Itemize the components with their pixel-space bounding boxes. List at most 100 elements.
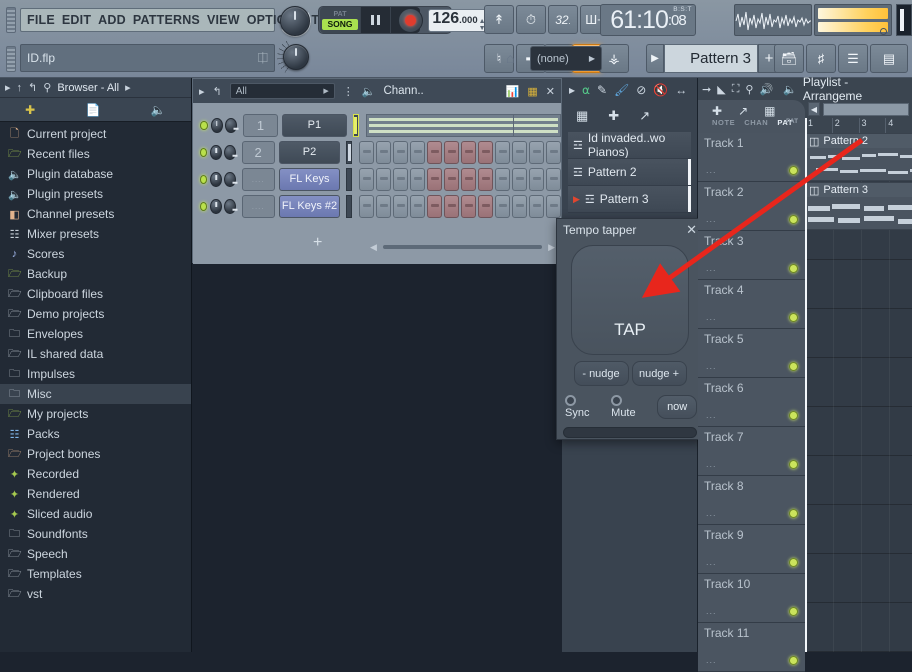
step-button[interactable]	[512, 195, 527, 218]
search-icon[interactable]: ⚲	[43, 81, 51, 94]
record-button[interactable]	[398, 8, 423, 33]
channel-volume-knob[interactable]	[210, 145, 222, 160]
channel-name-button[interactable]: P2	[279, 141, 341, 164]
browser-item-sliced-audio[interactable]: ✦Sliced audio	[0, 504, 191, 524]
channel-pan-knob[interactable]	[225, 118, 237, 133]
tab-note[interactable]: NOTE	[712, 118, 735, 127]
track-enable-led[interactable]	[789, 166, 798, 175]
project-file-field[interactable]: ID.flp ⎅	[20, 44, 275, 72]
playlist-view-button[interactable]: 🗃	[774, 44, 804, 73]
tempo-tapper-slider[interactable]	[563, 427, 697, 438]
play-pause-button[interactable]	[360, 7, 390, 33]
browser-item-demo-projects[interactable]: 🗁Demo projects	[0, 304, 191, 324]
step-button[interactable]	[478, 195, 493, 218]
scroll-left-icon[interactable]: ◀	[370, 242, 377, 253]
browser-item-recent-files[interactable]: 🗁Recent files	[0, 144, 191, 164]
menu-item-edit[interactable]: EDIT	[62, 13, 91, 27]
browser-item-recorded[interactable]: ✦Recorded	[0, 464, 191, 484]
piano-roll-view-button[interactable]: ♯	[806, 44, 836, 73]
browser-list[interactable]: 🗋Current project🗁Recent files🔈Plugin dat…	[0, 122, 191, 604]
track-enable-led[interactable]	[789, 607, 798, 616]
paint-brush-icon[interactable]: 🖌	[614, 83, 629, 97]
channel-pan-knob[interactable]	[224, 145, 236, 160]
menu-item-file[interactable]: FILE	[27, 13, 55, 27]
playlist-speaker-icon[interactable]: 🔈	[783, 83, 797, 96]
toolbar-grip-menu[interactable]	[6, 7, 16, 33]
browser-item-channel-presets[interactable]: ◧Channel presets	[0, 204, 191, 224]
browser-item-backup[interactable]: 🗁Backup	[0, 264, 191, 284]
up-arrow-icon[interactable]: ↑	[17, 82, 23, 94]
step-button[interactable]	[359, 195, 374, 218]
browser-item-impulses[interactable]: 🗀Impulses	[0, 364, 191, 384]
graph-icon[interactable]: 📊	[506, 85, 520, 98]
step-sequencer-row[interactable]	[359, 195, 561, 218]
channel-row[interactable]: 1P1	[197, 112, 561, 138]
browser-item-current-project[interactable]: 🗋Current project	[0, 124, 191, 144]
playlist-track-header[interactable]: Track 1...	[698, 133, 805, 182]
step-button[interactable]	[376, 168, 391, 191]
channel-volume-knob[interactable]	[210, 172, 222, 187]
mixer-view-button[interactable]: ▤	[870, 44, 908, 73]
channel-mute-led[interactable]	[200, 148, 207, 157]
track-enable-led[interactable]	[789, 460, 798, 469]
browser-item-il-shared-data[interactable]: 🗁IL shared data	[0, 344, 191, 364]
channel-volume-knob[interactable]	[210, 199, 222, 214]
wave-icon[interactable]: ✚	[712, 104, 722, 118]
pattern-editor-button[interactable]: ↟	[484, 5, 514, 34]
browser-item-vst[interactable]: 🗁vst	[0, 584, 191, 604]
track-enable-led[interactable]	[789, 656, 798, 665]
track-enable-led[interactable]	[789, 215, 798, 224]
browser-item-project-bones[interactable]: 🗁Project bones	[0, 444, 191, 464]
playlist-track-header[interactable]: Track 3...	[698, 231, 805, 280]
step-button[interactable]	[427, 195, 442, 218]
step-button[interactable]	[512, 141, 527, 164]
chevron-right-icon-2[interactable]: ▸	[125, 81, 131, 94]
document-icon[interactable]: 📄	[86, 103, 101, 117]
playlist-track-header[interactable]: Track 10...	[698, 574, 805, 623]
pattern-list-item[interactable]: ☲Id invaded..wo Pianos)	[568, 132, 691, 159]
step-button[interactable]	[529, 195, 544, 218]
automation-icon[interactable]: ↗	[738, 104, 748, 118]
channel-name-button[interactable]: FL Keys #2	[279, 195, 341, 218]
channel-row[interactable]: ....FL Keys	[197, 166, 561, 192]
meter-clip-indicator[interactable]	[880, 28, 887, 35]
step-button[interactable]	[410, 168, 425, 191]
browser-item-mixer-presets[interactable]: ☷Mixer presets	[0, 224, 191, 244]
rack-horizontal-scrollbar[interactable]: ◀ ▶	[370, 242, 555, 252]
nudge-up-button[interactable]: nudge +	[632, 361, 687, 386]
browser-item-envelopes[interactable]: 🗀Envelopes	[0, 324, 191, 344]
step-sequencer-row[interactable]	[359, 168, 561, 191]
keyboard-icon[interactable]: ▦	[527, 85, 537, 98]
browser-item-plugin-database[interactable]: 🔈Plugin database	[0, 164, 191, 184]
tab-chan[interactable]: CHAN	[744, 118, 768, 127]
speaker-icon[interactable]: 🔈	[362, 85, 376, 98]
chevron-right-icon[interactable]: ▸	[199, 85, 205, 98]
step-button[interactable]	[393, 195, 408, 218]
channel-row[interactable]: ....FL Keys #2	[197, 193, 561, 219]
wave-icon[interactable]: ✚	[608, 108, 619, 124]
master-volume-knob[interactable]	[283, 44, 309, 70]
now-button[interactable]: now	[657, 395, 697, 419]
pattern-name-field[interactable]: Pattern 3	[664, 44, 758, 73]
track-enable-led[interactable]	[789, 509, 798, 518]
browser-item-plugin-presets[interactable]: 🔈Plugin presets	[0, 184, 191, 204]
slice-icon[interactable]: ◣	[717, 83, 725, 96]
wave-icon[interactable]: ✚	[25, 103, 35, 117]
magnet-icon[interactable]: ⍺	[582, 83, 590, 97]
step-button[interactable]	[393, 168, 408, 191]
tempo-tapper-pad[interactable]: TAP	[571, 245, 689, 355]
close-icon[interactable]: ✕	[546, 85, 555, 98]
mute-radio[interactable]: Mute	[611, 395, 649, 419]
step-button[interactable]	[376, 141, 391, 164]
scroll-left-icon[interactable]: ◀	[808, 102, 820, 116]
playlist-track-header[interactable]: Track 11...	[698, 623, 805, 672]
pattern-list[interactable]: ☲Id invaded..wo Pianos)☲Pattern 2▶☲Patte…	[568, 132, 691, 213]
menu-item-view[interactable]: VIEW	[207, 13, 240, 27]
step-button[interactable]	[427, 168, 442, 191]
scroll-right-icon[interactable]: ▶	[548, 242, 555, 253]
playlist-ruler[interactable]: 1234	[805, 118, 912, 133]
piano-icon[interactable]: ▦	[764, 104, 775, 118]
track-enable-led[interactable]	[789, 313, 798, 322]
piano-icon[interactable]: ▦	[576, 108, 588, 124]
browser-item-scores[interactable]: ♪Scores	[0, 244, 191, 264]
